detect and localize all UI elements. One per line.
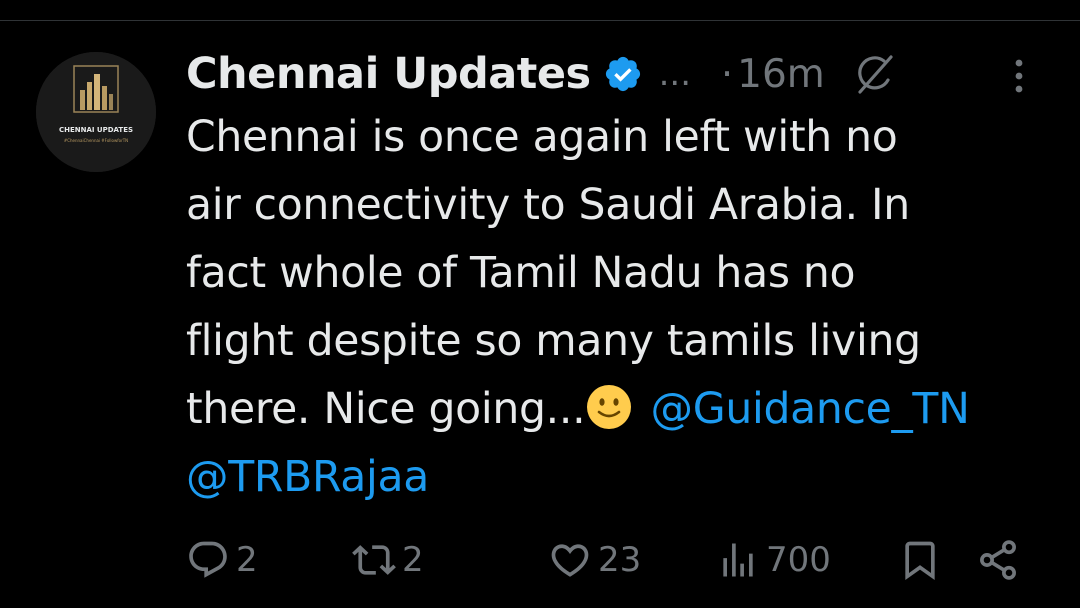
share-icon: [980, 540, 1016, 580]
reply-button[interactable]: 2: [186, 530, 258, 590]
views-button[interactable]: 700: [716, 530, 831, 590]
tweet-text-line: @TRBRajaa: [186, 444, 1056, 512]
tweet-body: Chennai is once again left with no air c…: [186, 104, 1056, 512]
tweet-text-fragment: there. Nice going...: [186, 385, 586, 434]
share-button[interactable]: [976, 530, 1020, 590]
view-count: 700: [766, 540, 831, 580]
mention-link[interactable]: @Guidance_TN: [651, 385, 970, 434]
verified-badge-icon: [605, 56, 640, 92]
svg-text:CHENNAI UPDATES: CHENNAI UPDATES: [59, 126, 133, 134]
mention-link[interactable]: @TRBRajaa: [186, 453, 429, 502]
separator-dot: ·: [721, 52, 734, 96]
more-vertical-icon[interactable]: [1004, 56, 1034, 96]
tweet-text-line: there. Nice going... @Guidance_TN: [186, 376, 1056, 444]
avatar-logo-image: CHENNAI UPDATES #ChennaiChennai #Followf…: [36, 52, 156, 172]
retweet-button[interactable]: 2: [352, 530, 424, 590]
name-truncation: ...: [658, 54, 692, 94]
tweet-screen: CHENNAI UPDATES #ChennaiChennai #Followf…: [0, 0, 1080, 608]
tweet-text-line: air connectivity to Saudi Arabia. In: [186, 181, 910, 230]
divider: [0, 20, 1080, 21]
slightly-smiling-face-emoji-icon: [587, 385, 632, 429]
tweet-text-line: fact whole of Tamil Nadu has no: [186, 249, 856, 298]
like-button[interactable]: 23: [548, 530, 641, 590]
grok-icon[interactable]: [853, 52, 897, 96]
tweet-header: Chennai Updates ... · 16m: [186, 44, 897, 104]
svg-text:#ChennaiChennai #FollowforTN: #ChennaiChennai #FollowforTN: [64, 138, 128, 143]
author-display-name[interactable]: Chennai Updates: [186, 49, 591, 99]
bookmark-icon: [905, 541, 935, 581]
views-chart-icon: [723, 543, 753, 577]
retweet-count: 2: [402, 540, 424, 580]
avatar[interactable]: CHENNAI UPDATES #ChennaiChennai #Followf…: [36, 52, 156, 172]
tweet-text-line: Chennai is once again left with no: [186, 113, 898, 162]
tweet-actions-bar: 2 2 23 700: [186, 530, 1046, 590]
retweet-icon: [352, 545, 396, 575]
reply-count: 2: [236, 540, 258, 580]
timestamp[interactable]: 16m: [737, 52, 825, 97]
like-count: 23: [598, 540, 642, 580]
reply-icon: [189, 541, 227, 578]
bookmark-button[interactable]: [898, 530, 942, 590]
tweet-text-line: flight despite so many tamils living: [186, 317, 921, 366]
heart-icon: [551, 544, 589, 577]
